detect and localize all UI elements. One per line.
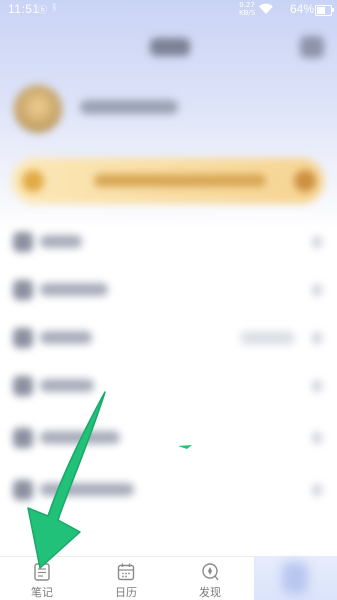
menu-row-label [40,331,92,344]
discover-icon [202,563,219,581]
status-bar: 11:51 ⓑ ᛒ 0.27 KB/S 64% [0,0,337,20]
menu-row-icon [13,328,33,348]
tab-discover-label: 发现 [199,586,221,599]
menu-row-icon [13,480,33,500]
network-speed: 0.27 KB/S [239,1,255,17]
tab-notes[interactable]: 笔记 [0,557,84,600]
notification-icon: ⓑ [38,6,48,16]
menu-row-label [40,431,120,444]
arrow-right-icon [294,170,316,192]
chevron-right-icon [312,380,322,392]
menu-row-5[interactable] [0,414,337,462]
bluetooth-icon: ᛒ [52,3,58,13]
status-time: 11:51 [8,2,40,16]
crown-icon [22,170,44,192]
vip-banner-text [94,174,266,187]
page-title [150,38,190,56]
menu-row-icon [13,376,33,396]
menu-row-2[interactable] [0,266,337,314]
network-speed-unit: KB/S [239,9,256,17]
chevron-right-icon [312,432,322,444]
vip-banner[interactable] [12,158,324,204]
chevron-right-icon [312,484,322,496]
tab-discover[interactable]: 发现 [168,557,252,600]
chevron-right-icon [312,284,322,296]
wifi-icon [259,3,273,15]
settings-button[interactable] [300,36,324,58]
menu-row-icon [13,428,33,448]
tab-calendar[interactable]: 日历 [84,557,168,600]
menu-row-6[interactable] [0,466,337,514]
battery-icon [315,5,334,16]
menu-row-label [40,235,82,248]
profile-name[interactable] [80,100,178,114]
avatar[interactable] [14,85,62,133]
menu-row-1[interactable] [0,218,337,266]
calendar-icon [117,563,135,581]
menu-row-label [40,483,134,496]
menu-row-4[interactable] [0,362,337,410]
network-speed-value: 0.27 [239,1,255,9]
menu-row-icon [13,232,33,252]
tab-notes-label: 笔记 [31,586,53,599]
tab-more[interactable] [254,556,337,600]
chevron-right-icon [312,332,322,344]
battery-percent: 64% [290,2,315,16]
menu-row-label [40,283,108,296]
menu-row-3[interactable] [0,314,337,362]
tab-calendar-label: 日历 [115,586,137,599]
menu-row-icon [13,280,33,300]
notebook-icon [34,563,50,581]
cursor-mark [178,445,192,449]
chevron-right-icon [312,236,322,248]
blurred-tab-icon [282,562,308,594]
menu-row-tag [240,331,295,345]
menu-row-label [40,379,94,392]
battery-fill [317,7,325,14]
